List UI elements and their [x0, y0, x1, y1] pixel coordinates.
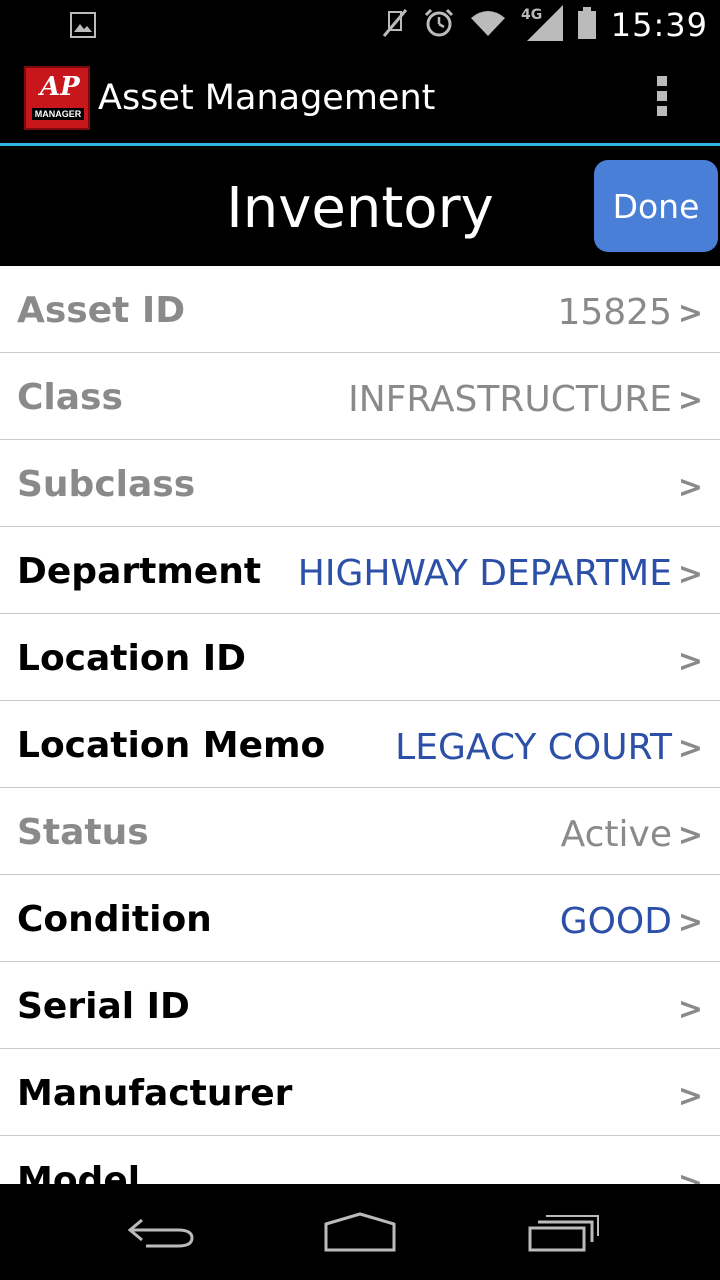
field-value: LEGACY COURT [395, 727, 672, 768]
field-label: Condition [17, 899, 212, 940]
status-bar: 4G 15:39 [0, 0, 720, 50]
field-row[interactable]: Subclass > [0, 440, 720, 527]
field-label: Asset ID [17, 290, 186, 331]
page-header: Inventory Done [0, 146, 720, 266]
chevron-right-icon: > [677, 296, 703, 331]
field-row[interactable]: Model > [0, 1136, 720, 1184]
chevron-right-icon: > [677, 383, 703, 418]
alarm-icon [423, 7, 455, 44]
field-row[interactable]: Location Memo LEGACY COURT > [0, 701, 720, 788]
action-bar: AP MANAGER Asset Management [0, 50, 720, 144]
status-clock: 15:39 [610, 6, 708, 44]
field-list: Asset ID 15825 > Class INFRASTRUCTURE > Subcla… [0, 266, 720, 1184]
back-icon[interactable] [122, 1208, 202, 1256]
field-value: Active [560, 814, 672, 855]
done-button[interactable]: Done [594, 160, 718, 252]
mute-icon [381, 8, 409, 43]
field-row[interactable]: Condition GOOD > [0, 875, 720, 962]
chevron-right-icon: > [677, 470, 703, 505]
field-value: 15825 [557, 292, 672, 333]
field-label: Class [17, 377, 123, 418]
field-label: Subclass [17, 464, 196, 505]
chevron-right-icon: > [677, 1079, 703, 1114]
signal-icon: 4G [521, 4, 563, 46]
field-label: Status [17, 812, 149, 853]
field-row[interactable]: Location ID > [0, 614, 720, 701]
field-row[interactable]: Status Active > [0, 788, 720, 875]
chevron-right-icon: > [677, 1166, 703, 1184]
field-label: Location ID [17, 638, 247, 679]
field-label: Location Memo [17, 725, 326, 766]
field-row[interactable]: Department HIGHWAY DEPARTME > [0, 527, 720, 614]
logo-text: MANAGER [32, 108, 84, 120]
chevron-right-icon: > [677, 905, 703, 940]
chevron-right-icon: > [677, 557, 703, 592]
field-row[interactable]: Manufacturer > [0, 1049, 720, 1136]
field-label: Serial ID [17, 986, 190, 1027]
app-title: Asset Management [98, 78, 436, 118]
field-value: INFRASTRUCTURE [348, 379, 672, 420]
chevron-right-icon: > [677, 818, 703, 853]
chevron-right-icon: > [677, 992, 703, 1027]
field-value: HIGHWAY DEPARTME [297, 553, 672, 594]
field-row[interactable]: Class INFRASTRUCTURE > [0, 353, 720, 440]
field-label: Manufacturer [17, 1073, 293, 1114]
chevron-right-icon: > [677, 731, 703, 766]
app-logo[interactable]: AP MANAGER [24, 66, 90, 130]
field-row[interactable]: Serial ID > [0, 962, 720, 1049]
battery-icon [577, 6, 597, 44]
image-icon [70, 12, 96, 43]
field-row[interactable]: Asset ID 15825 > [0, 266, 720, 353]
chevron-right-icon: > [677, 644, 703, 679]
home-icon[interactable] [320, 1208, 400, 1256]
field-label: Model [17, 1160, 141, 1184]
navigation-bar [0, 1184, 720, 1280]
overflow-menu-icon[interactable] [650, 76, 674, 120]
field-label: Department [17, 551, 262, 592]
wifi-icon [469, 8, 507, 43]
logo-mark: AP [40, 72, 80, 102]
recent-apps-icon[interactable] [522, 1208, 602, 1256]
field-value: GOOD [559, 901, 672, 942]
network-type-label: 4G [521, 7, 542, 23]
